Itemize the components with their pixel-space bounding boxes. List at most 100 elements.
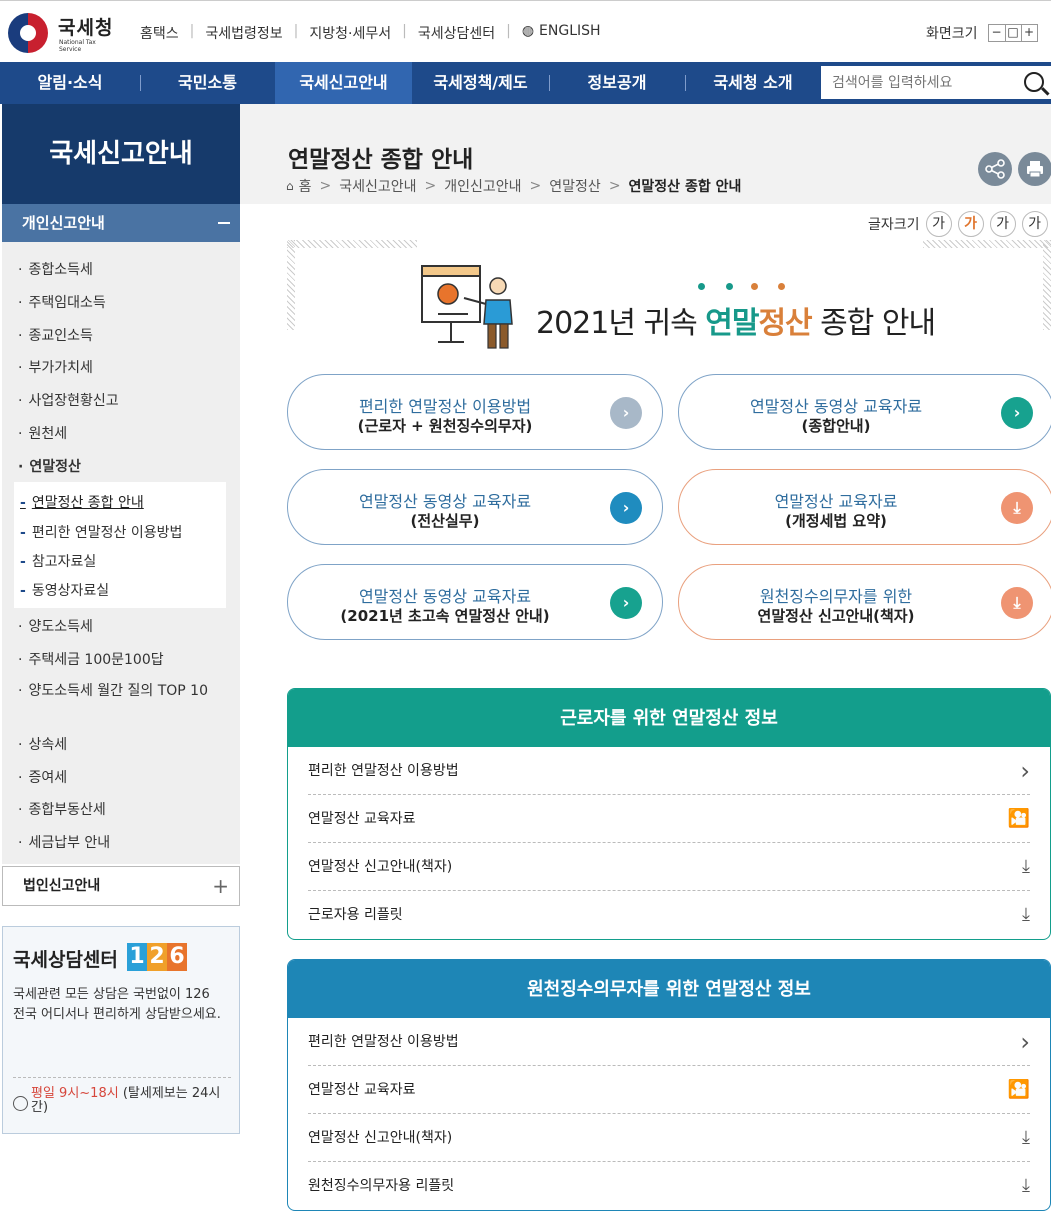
quick-link-title: 편리한 연말정산 이용방법 — [358, 397, 532, 416]
sidebar-item[interactable]: 종교인소득 — [18, 325, 92, 345]
chevron-right-icon: › — [610, 397, 642, 429]
list-item[interactable]: 원천징수의무자용 리플릿 ⤓ — [308, 1162, 1030, 1210]
chevron-right-icon: › — [610, 492, 642, 524]
quick-link-button[interactable]: 편리한 연말정산 이용방법 (근로자 + 원천징수의무자) › — [287, 374, 663, 450]
util-link-english[interactable]: ENGLISH — [539, 23, 601, 43]
quick-link-button[interactable]: 연말정산 동영상 교육자료 (2021년 초고속 연말정산 안내) › — [287, 564, 663, 640]
page-title: 연말정산 종합 안내 — [288, 147, 474, 173]
breadcrumb-home[interactable]: 홈 — [299, 176, 312, 196]
search-icon[interactable] — [1024, 72, 1044, 92]
download-icon: ⤓ — [1022, 1127, 1030, 1148]
zoom-out-button[interactable]: − — [989, 25, 1005, 41]
download-icon: ⤓ — [1022, 1175, 1030, 1196]
sidebar-title: 국세신고안내 — [2, 104, 240, 204]
submenu-item[interactable]: 참고자료실 — [20, 551, 96, 571]
sidebar-item[interactable]: 사업장현황신고 — [18, 390, 118, 410]
sidebar-item[interactable]: 주택세금 100문100답 — [18, 649, 163, 669]
sidebar-item[interactable]: 세금납부 안내 — [18, 832, 110, 852]
list-item[interactable]: 연말정산 교육자료 🎦 — [308, 795, 1030, 843]
search-box — [821, 66, 1051, 99]
list-item[interactable]: 연말정산 신고안내(책자) ⤓ — [308, 843, 1030, 891]
counsel-description: 국세관련 모든 상담은 국번없이 126 전국 어디서나 편리하게 상담받으세요… — [13, 987, 221, 1022]
util-link-law[interactable]: 국세법령정보 — [205, 23, 282, 43]
quick-link-subtitle: (근로자 + 원천징수의무자) — [357, 417, 533, 435]
breadcrumb: ⌂ 홈 > 국세신고안내 > 개인신고안내 > 연말정산 > 연말정산 종합 안내 — [286, 176, 742, 196]
sidebar-item[interactable]: 양도소득세 — [18, 616, 92, 636]
quick-link-subtitle: (2021년 초고속 연말정산 안내) — [340, 607, 550, 625]
submenu-item-current[interactable]: 연말정산 종합 안내 — [20, 492, 144, 512]
font-size-control: 글자크기 가 가 가 가 — [868, 211, 1048, 237]
util-link-office[interactable]: 지방청·세무서 — [309, 23, 391, 43]
zoom-in-button[interactable]: + — [1020, 25, 1037, 41]
collapse-icon[interactable] — [218, 222, 230, 224]
list-item[interactable]: 연말정산 신고안내(책자) ⤓ — [308, 1114, 1030, 1162]
nav-item-tax-report[interactable]: 국세신고안내 — [275, 62, 412, 104]
screen-size-control: 화면크기 − □ + — [926, 23, 1038, 43]
quick-link-title: 원천징수의무자를 위한 — [759, 587, 913, 606]
font-size-large-button[interactable]: 가 — [989, 211, 1016, 237]
util-link-hometax[interactable]: 홈택스 — [140, 23, 179, 43]
nav-item-news[interactable]: 알림·소식 — [0, 62, 140, 104]
zoom-reset-button[interactable]: □ — [1004, 25, 1021, 41]
counsel-title: 국세상담센터 — [13, 949, 118, 971]
logo-emblem-icon — [8, 13, 48, 53]
logo[interactable]: 국세청 National Tax Service — [6, 11, 116, 55]
breadcrumb-item[interactable]: 연말정산 — [549, 176, 601, 196]
font-size-normal-button[interactable]: 가 — [957, 211, 984, 237]
list-item[interactable]: 편리한 연말정산 이용방법 › — [308, 747, 1030, 795]
share-icon — [985, 159, 1005, 179]
top-bar: 국세청 National Tax Service 홈택스 | 국세법령정보 | 지방… — [0, 0, 1051, 62]
quick-link-title: 연말정산 교육자료 — [774, 492, 898, 511]
emphasis-dot — [698, 283, 705, 290]
section-withholder: 원천징수의무자를 위한 연말정산 정보 편리한 연말정산 이용방법 › 연말정산 교… — [287, 959, 1051, 1211]
chevron-right-icon: › — [610, 587, 642, 619]
list-item[interactable]: 연말정산 교육자료 🎦 — [308, 1066, 1030, 1114]
sidebar-item[interactable]: 주택임대소득 — [18, 292, 105, 312]
quick-link-subtitle: (개정세법 요약) — [785, 512, 887, 530]
print-button[interactable] — [1018, 152, 1051, 186]
sidebar-section-personal[interactable]: 개인신고안내 — [2, 204, 240, 242]
nav-item-disclosure[interactable]: 정보공개 — [549, 62, 685, 104]
submenu-item[interactable]: 편리한 연말정산 이용방법 — [20, 522, 183, 542]
search-input[interactable] — [821, 66, 1011, 99]
share-button[interactable] — [978, 152, 1012, 186]
breadcrumb-item[interactable]: 국세신고안내 — [339, 176, 416, 196]
sidebar-item[interactable]: 종합소득세 — [18, 259, 92, 279]
sidebar-item[interactable]: 상속세 — [18, 734, 67, 754]
globe-icon: ◍ — [521, 23, 535, 39]
nav-item-about[interactable]: 국세청 소개 — [685, 62, 821, 104]
sidebar-item[interactable]: 원천세 — [18, 423, 67, 443]
breadcrumb-item[interactable]: 개인신고안내 — [444, 176, 521, 196]
util-link-counsel[interactable]: 국세상담센터 — [418, 23, 495, 43]
breadcrumb-current: 연말정산 종합 안내 — [628, 179, 742, 195]
chevron-right-icon: › — [1001, 397, 1033, 429]
list-item-label: 연말정산 신고안내(책자) — [308, 859, 453, 875]
expand-icon[interactable]: + — [212, 876, 229, 896]
font-size-small-button[interactable]: 가 — [925, 211, 952, 237]
emphasis-dot — [726, 283, 733, 290]
list-item[interactable]: 근로자용 리플릿 ⤓ — [308, 891, 1030, 939]
submenu-item[interactable]: 동영상자료실 — [20, 580, 109, 600]
banner-title: 2021년 귀속 연말정산 종합 안내 — [536, 306, 936, 341]
quick-link-button[interactable]: 연말정산 동영상 교육자료 (종합안내) › — [678, 374, 1051, 450]
emphasis-dot — [751, 283, 758, 290]
sidebar-item[interactable]: 부가가치세 — [18, 357, 92, 377]
sidebar-item[interactable]: 증여세 — [18, 767, 67, 787]
sidebar-submenu: 연말정산 종합 안내 편리한 연말정산 이용방법 참고자료실 동영상자료실 — [14, 482, 226, 608]
sidebar-section-corporate[interactable]: 법인신고안내 + — [2, 866, 240, 906]
sidebar-item-active[interactable]: 연말정산 — [18, 456, 81, 476]
download-icon: ⤓ — [1022, 904, 1030, 925]
sidebar-item[interactable]: 종합부동산세 — [18, 799, 105, 819]
emphasis-dot — [778, 283, 785, 290]
quick-link-button[interactable]: 원천징수의무자를 위한 연말정산 신고안내(책자) ⤓ — [678, 564, 1051, 640]
print-icon — [1027, 161, 1043, 178]
nav-item-policy[interactable]: 국세정책/제도 — [412, 62, 549, 104]
font-size-xlarge-button[interactable]: 가 — [1021, 211, 1048, 237]
counsel-hours: 평일 9시~18시 (탈세제보는 24시간) — [31, 1086, 221, 1115]
sidebar-item[interactable]: 양도소득세 월간 질의 TOP 10 — [18, 682, 208, 701]
font-size-label: 글자크기 — [868, 217, 920, 233]
quick-link-button[interactable]: 연말정산 교육자료 (개정세법 요약) ⤓ — [678, 469, 1051, 545]
list-item[interactable]: 편리한 연말정산 이용방법 › — [308, 1018, 1030, 1066]
nav-item-communication[interactable]: 국민소통 — [140, 62, 275, 104]
quick-link-button[interactable]: 연말정산 동영상 교육자료 (전산실무) › — [287, 469, 663, 545]
